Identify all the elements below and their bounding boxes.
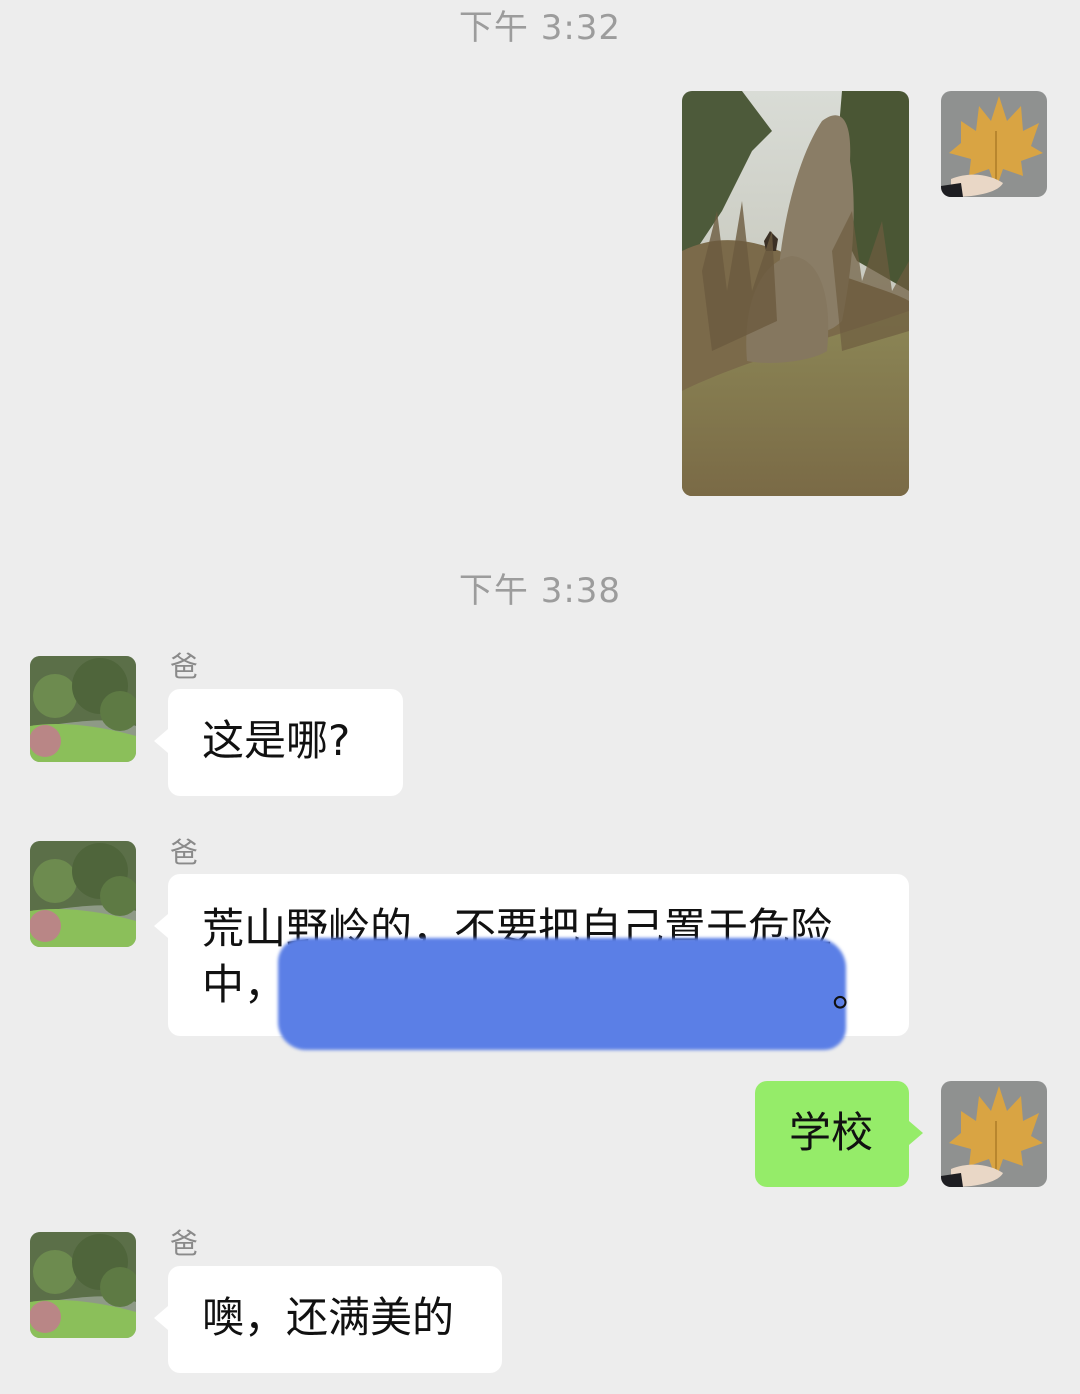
- green-trees-avatar-icon: [30, 841, 136, 947]
- sender-name: 爸: [170, 1227, 199, 1260]
- timestamp: 下午 3:38: [458, 571, 622, 611]
- self-avatar[interactable]: [941, 1081, 1047, 1187]
- message-text: 这是哪?: [202, 716, 351, 765]
- message-text: 学校: [789, 1108, 874, 1157]
- message-bubble[interactable]: 学校: [755, 1081, 923, 1187]
- maple-leaf-avatar-icon: [941, 91, 1047, 197]
- message-bubble[interactable]: 这是哪?: [154, 689, 403, 796]
- sender-name: 爸: [170, 650, 199, 683]
- green-trees-avatar-icon: [30, 656, 136, 762]
- message-bubble[interactable]: 噢，还满美的: [154, 1266, 502, 1373]
- maple-leaf-avatar-icon: [941, 1081, 1047, 1187]
- message-text: 噢，还满美的: [202, 1293, 455, 1342]
- dad-avatar[interactable]: [30, 1232, 136, 1338]
- timestamp: 下午 3:32: [458, 8, 622, 48]
- dad-avatar[interactable]: [30, 841, 136, 947]
- rock-photo-image: [682, 91, 909, 496]
- image-message[interactable]: [682, 91, 909, 496]
- dad-avatar[interactable]: [30, 656, 136, 762]
- self-avatar[interactable]: [941, 91, 1047, 197]
- redaction-overlay: [278, 938, 846, 1050]
- message-text-end: 。: [832, 967, 875, 1016]
- green-trees-avatar-icon: [30, 1232, 136, 1338]
- sender-name: 爸: [170, 836, 199, 869]
